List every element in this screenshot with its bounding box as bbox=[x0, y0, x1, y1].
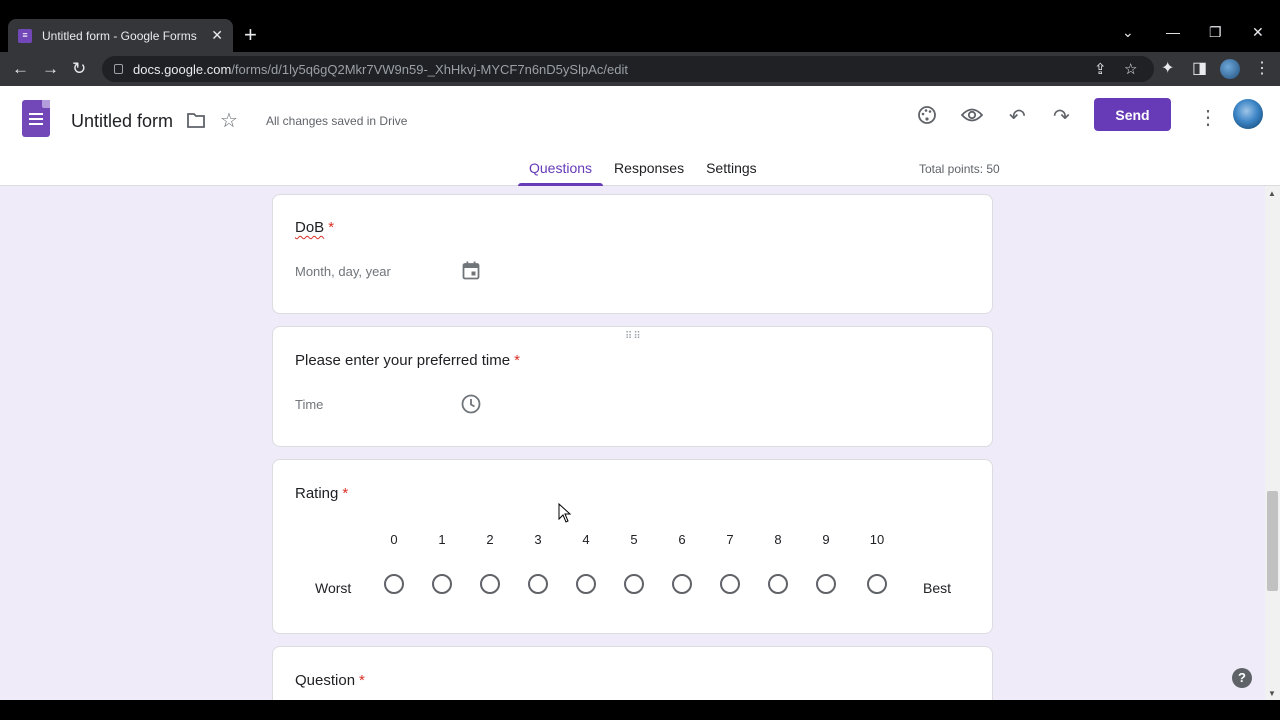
tab-questions[interactable]: Questions bbox=[518, 160, 604, 186]
forms-favicon-icon: ≡ bbox=[18, 28, 32, 43]
calendar-icon[interactable] bbox=[462, 261, 480, 280]
new-tab-icon[interactable]: + bbox=[244, 24, 257, 46]
form-title[interactable]: Untitled form bbox=[71, 111, 173, 132]
scale-number: 10 bbox=[869, 532, 885, 547]
scale-number: 3 bbox=[534, 532, 542, 547]
scale-number: 7 bbox=[726, 532, 734, 547]
forms-header: Untitled form ☆ All changes saved in Dri… bbox=[0, 86, 1280, 186]
restore-icon[interactable]: ❐ bbox=[1209, 24, 1222, 41]
send-button[interactable]: Send bbox=[1094, 98, 1171, 131]
bookmark-star-icon[interactable]: ☆ bbox=[1124, 60, 1137, 78]
forward-icon[interactable]: → bbox=[42, 59, 59, 79]
scale-number: 4 bbox=[582, 532, 590, 547]
scale-number: 8 bbox=[774, 532, 782, 547]
preview-eye-icon[interactable] bbox=[961, 107, 983, 123]
scale-number: 6 bbox=[678, 532, 686, 547]
scale-number: 5 bbox=[630, 532, 638, 547]
scale-radio-0[interactable] bbox=[384, 574, 404, 594]
url-text: docs.google.com/forms/d/1ly5q6gQ2Mkr7VW9… bbox=[133, 61, 628, 77]
scale-high-label: Best bbox=[923, 580, 952, 596]
undo-icon[interactable]: ↶ bbox=[1009, 104, 1026, 129]
scale-low-label: Worst bbox=[315, 580, 352, 596]
url-bar[interactable]: docs.google.com/forms/d/1ly5q6gQ2Mkr7VW9… bbox=[102, 56, 1154, 82]
more-options-icon[interactable]: ⋮ bbox=[1198, 105, 1218, 130]
scale-radio-9[interactable] bbox=[816, 574, 836, 594]
lock-icon bbox=[114, 64, 123, 74]
tab-settings[interactable]: Settings bbox=[695, 160, 768, 186]
mouse-cursor-icon bbox=[558, 503, 572, 523]
scroll-down-icon[interactable]: ▼ bbox=[1268, 689, 1276, 698]
tab-close-icon[interactable]: ✕ bbox=[211, 27, 223, 44]
scale-number: 0 bbox=[390, 532, 398, 547]
redo-icon[interactable]: ↷ bbox=[1053, 104, 1070, 129]
scale-radio-7[interactable] bbox=[720, 574, 740, 594]
help-button[interactable]: ? bbox=[1232, 668, 1252, 688]
drag-handle-icon[interactable]: ⠿⠿ bbox=[625, 332, 642, 342]
side-panel-icon[interactable]: ◨ bbox=[1192, 58, 1207, 78]
browser-tab-bar: ≡ Untitled form - Google Forms ✕ + ⌄ — ❐… bbox=[0, 0, 1280, 52]
star-icon[interactable]: ☆ bbox=[220, 108, 238, 133]
question-title: DoB * bbox=[295, 219, 335, 236]
form-tabs: Questions Responses Settings bbox=[518, 160, 768, 186]
scale-number: 1 bbox=[438, 532, 446, 547]
share-icon[interactable]: ⇪ bbox=[1094, 60, 1107, 78]
scale-radio-4[interactable] bbox=[576, 574, 596, 594]
tab-search-icon[interactable]: ⌄ bbox=[1122, 24, 1134, 41]
extensions-icon[interactable]: ✦ bbox=[1161, 58, 1174, 78]
scale-radio-8[interactable] bbox=[768, 574, 788, 594]
date-field[interactable]: Month, day, year bbox=[295, 264, 391, 279]
folder-icon[interactable] bbox=[186, 111, 206, 129]
save-status: All changes saved in Drive bbox=[266, 114, 408, 128]
scale-radio-3[interactable] bbox=[528, 574, 548, 594]
back-icon[interactable]: ← bbox=[12, 59, 29, 79]
question-title: Rating * bbox=[295, 485, 349, 502]
scale-radio-5[interactable] bbox=[624, 574, 644, 594]
tab-responses[interactable]: Responses bbox=[603, 160, 695, 186]
scale-radio-1[interactable] bbox=[432, 574, 452, 594]
address-toolbar: ← → ↻ docs.google.com/forms/d/1ly5q6gQ2M… bbox=[0, 52, 1280, 86]
google-forms-logo-icon[interactable] bbox=[22, 100, 50, 137]
total-points: Total points: 50 bbox=[919, 162, 1000, 176]
scale-radio-6[interactable] bbox=[672, 574, 692, 594]
question-card-time[interactable]: ⠿⠿ Please enter your preferred time * Tim… bbox=[272, 326, 993, 447]
chrome-menu-icon[interactable]: ⋮ bbox=[1254, 58, 1270, 78]
browser-profile-avatar[interactable] bbox=[1220, 59, 1240, 79]
scale-number: 9 bbox=[822, 532, 830, 547]
reload-icon[interactable]: ↻ bbox=[72, 59, 86, 79]
scrollbar-thumb[interactable] bbox=[1267, 491, 1278, 591]
palette-icon[interactable] bbox=[917, 105, 937, 125]
account-avatar[interactable] bbox=[1233, 99, 1263, 129]
scale-radio-2[interactable] bbox=[480, 574, 500, 594]
scale-number: 2 bbox=[486, 532, 494, 547]
time-field[interactable]: Time bbox=[295, 397, 323, 412]
question-title: Question * bbox=[295, 672, 365, 689]
page-scrollbar[interactable] bbox=[1265, 186, 1280, 700]
scroll-up-icon[interactable]: ▲ bbox=[1268, 189, 1276, 198]
question-title: Please enter your preferred time * bbox=[295, 352, 520, 369]
question-card-rating[interactable]: Rating * Worst Best 0 1 2 3 4 5 6 7 8 9 10 bbox=[272, 459, 993, 634]
bottom-bar bbox=[0, 700, 1280, 720]
minimize-icon[interactable]: — bbox=[1166, 24, 1180, 40]
close-window-icon[interactable]: ✕ bbox=[1252, 24, 1264, 41]
clock-icon[interactable] bbox=[461, 394, 481, 414]
tab-title: Untitled form - Google Forms bbox=[42, 28, 197, 43]
scale-radio-10[interactable] bbox=[867, 574, 887, 594]
question-card-dob[interactable]: DoB * Month, day, year bbox=[272, 194, 993, 314]
browser-tab[interactable]: ≡ Untitled form - Google Forms ✕ bbox=[8, 19, 233, 52]
